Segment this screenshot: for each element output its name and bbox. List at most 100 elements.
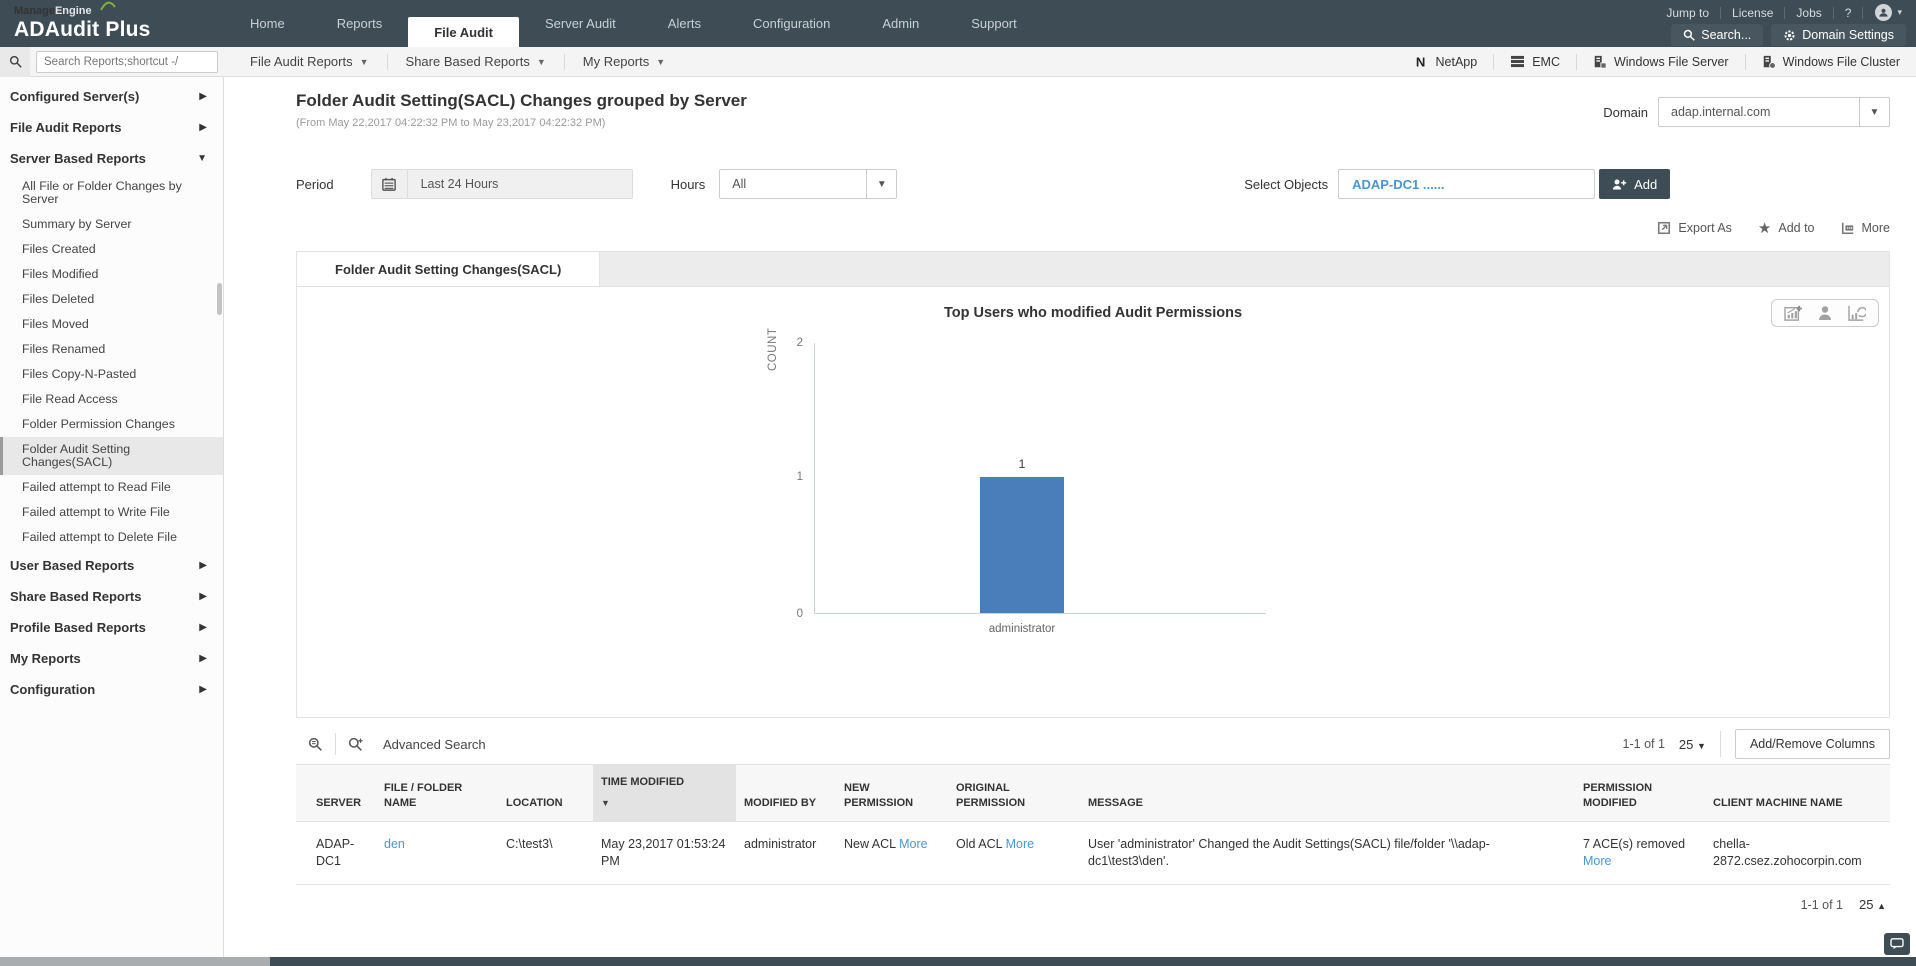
license-link[interactable]: License <box>1721 6 1784 20</box>
windows-file-cluster-icon <box>1763 55 1776 69</box>
sidebar-item-files-modified[interactable]: Files Modified <box>0 262 223 287</box>
main-nav: Home Reports File Audit Server Audit Ale… <box>224 0 1043 47</box>
col-modified-by[interactable]: MODIFIED BY <box>736 764 836 822</box>
windows-file-server-tab[interactable]: Windows File Server <box>1577 47 1745 76</box>
emc-tab[interactable]: EMC <box>1494 47 1576 76</box>
col-server[interactable]: SERVER <box>296 764 376 822</box>
sidebar-section-share-based-reports[interactable]: Share Based Reports ▶ <box>0 581 223 612</box>
sidebar-section-profile-based-reports[interactable]: Profile Based Reports ▶ <box>0 612 223 643</box>
sidebar-section-configured-servers[interactable]: Configured Server(s) ▶ <box>0 81 223 112</box>
col-message[interactable]: MESSAGE <box>1080 764 1575 822</box>
nav-home[interactable]: Home <box>224 0 311 47</box>
col-client-machine-name[interactable]: CLIENT MACHINE NAME <box>1705 764 1890 822</box>
add-remove-columns-button[interactable]: Add/Remove Columns <box>1734 729 1890 759</box>
sidebar-section-user-based-reports[interactable]: User Based Reports ▶ <box>0 550 223 581</box>
sidebar-section-server-based-reports[interactable]: Server Based Reports ▼ <box>0 143 223 174</box>
nav-admin[interactable]: Admin <box>856 0 945 47</box>
add-user-icon <box>1612 179 1627 189</box>
sidebar-search-icon[interactable] <box>0 46 30 77</box>
help-link[interactable]: ? <box>1834 6 1863 20</box>
sidebar-item-files-renamed[interactable]: Files Renamed <box>0 337 223 362</box>
netapp-tab[interactable]: N NetApp <box>1399 47 1494 76</box>
sidebar-item-all-file-or-folder-changes[interactable]: All File or Folder Changes by Server <box>0 174 223 212</box>
nav-file-audit[interactable]: File Audit <box>408 17 519 47</box>
sidebar-scrollbar-thumb[interactable] <box>217 283 222 315</box>
sidebar-item-failed-attempt-to-delete-file[interactable]: Failed attempt to Delete File <box>0 525 223 550</box>
footer-page-size-select[interactable]: 25 ▲ <box>1859 897 1886 912</box>
cell-message: User 'administrator' Changed the Audit S… <box>1080 821 1575 885</box>
search-button[interactable]: Search... <box>1671 24 1764 46</box>
windows-file-cluster-tab[interactable]: Windows File Cluster <box>1746 47 1916 76</box>
export-icon <box>1658 221 1671 235</box>
sidebar-section-my-reports[interactable]: My Reports ▶ <box>0 643 223 674</box>
nav-configuration[interactable]: Configuration <box>727 0 856 47</box>
hours-label: Hours <box>670 176 706 192</box>
sidebar-item-files-copy-n-pasted[interactable]: Files Copy-N-Pasted <box>0 362 223 387</box>
add-chart-icon[interactable] <box>1784 305 1802 321</box>
svg-text:N: N <box>1415 55 1424 69</box>
bar-administrator[interactable] <box>980 477 1064 613</box>
add-button[interactable]: Add <box>1599 169 1671 199</box>
sidebar-item-files-moved[interactable]: Files Moved <box>0 312 223 337</box>
advanced-search-icon[interactable] <box>336 737 375 752</box>
bar-value-label: 1 <box>1018 457 1026 471</box>
report-date-range: (From May 22,2017 04:22:32 PM to May 23,… <box>296 117 606 129</box>
advanced-search-label[interactable]: Advanced Search <box>383 737 486 752</box>
col-permission-modified[interactable]: PERMISSION MODIFIED <box>1575 764 1705 822</box>
col-location[interactable]: LOCATION <box>498 764 593 822</box>
select-objects-field[interactable]: ADAP-DC1 ...... <box>1338 169 1596 199</box>
more-button[interactable]: More <box>1841 219 1890 237</box>
export-as-button[interactable]: Export As <box>1657 219 1732 237</box>
my-reports-menu[interactable]: My Reports ▼ <box>565 47 683 76</box>
chevron-down-icon: ▼ <box>1697 740 1706 751</box>
period-field[interactable]: Last 24 Hours <box>370 169 633 199</box>
sidebar-item-folder-audit-setting-changes-sacl[interactable]: Folder Audit Setting Changes(SACL) <box>0 437 223 475</box>
original-permission-more-link[interactable]: More <box>1006 837 1034 851</box>
top-navigation-bar: ManageEngine ADAudit Plus Home Reports F… <box>0 0 1916 47</box>
horizontal-scrollbar[interactable] <box>0 957 1916 966</box>
user-report-icon[interactable] <box>1817 305 1833 321</box>
sidebar-item-folder-permission-changes[interactable]: Folder Permission Changes <box>0 412 223 437</box>
add-to-button[interactable]: ★ Add to <box>1758 219 1815 237</box>
chevron-right-icon: ▶ <box>199 684 207 695</box>
sidebar-item-failed-attempt-to-write-file[interactable]: Failed attempt to Write File <box>0 500 223 525</box>
sidebar-item-file-read-access[interactable]: File Read Access <box>0 387 223 412</box>
share-based-reports-menu[interactable]: Share Based Reports ▼ <box>388 47 564 76</box>
sidebar-section-configuration[interactable]: Configuration ▶ <box>0 674 223 705</box>
sidebar-item-files-created[interactable]: Files Created <box>0 237 223 262</box>
user-menu[interactable]: ▾ <box>1863 4 1906 21</box>
jobs-link[interactable]: Jobs <box>1785 6 1832 20</box>
page-size-select[interactable]: 25 ▼ <box>1679 737 1706 752</box>
nav-support[interactable]: Support <box>945 0 1043 47</box>
col-original-permission[interactable]: ORIGINAL PERMISSION <box>948 764 1080 822</box>
sidebar-item-files-deleted[interactable]: Files Deleted <box>0 287 223 312</box>
sidebar-item-failed-attempt-to-read-file[interactable]: Failed attempt to Read File <box>0 475 223 500</box>
permission-modified-more-link[interactable]: More <box>1583 854 1611 868</box>
nav-reports[interactable]: Reports <box>311 0 409 47</box>
tab-folder-audit-setting-changes-sacl[interactable]: Folder Audit Setting Changes(SACL) <box>297 252 601 286</box>
file-folder-link[interactable]: den <box>384 837 405 851</box>
nav-alerts[interactable]: Alerts <box>642 0 727 47</box>
col-new-permission[interactable]: NEW PERMISSION <box>836 764 948 822</box>
col-time-modified[interactable]: TIME MODIFIED ▼ <box>593 764 736 822</box>
cell-file-folder-name: den <box>376 821 498 885</box>
col-file-folder-name[interactable]: FILE / FOLDER NAME <box>376 764 498 822</box>
refresh-chart-icon[interactable] <box>1848 305 1866 321</box>
hours-select[interactable]: All ▼ <box>719 169 898 199</box>
column-search-icon[interactable] <box>296 737 335 752</box>
new-permission-more-link[interactable]: More <box>899 837 927 851</box>
footer-pagination-range: 1-1 of 1 <box>1800 897 1843 912</box>
feedback-chat-button[interactable] <box>1884 933 1910 955</box>
report-toolbar: File Audit Reports▼ Share Based Reports▼… <box>0 46 1916 77</box>
domain-select[interactable]: adap.internal.com ▼ <box>1658 97 1890 127</box>
sidebar-item-summary-by-server[interactable]: Summary by Server <box>0 212 223 237</box>
period-label: Period <box>296 176 334 192</box>
utility-links: Jump to License Jobs ? ▾ <box>1655 2 1906 23</box>
report-search-input[interactable] <box>36 50 218 73</box>
file-audit-reports-menu[interactable]: File Audit Reports ▼ <box>232 47 387 76</box>
domain-settings-button[interactable]: Domain Settings <box>1771 24 1906 46</box>
calendar-icon <box>372 170 408 198</box>
sidebar-section-file-audit-reports[interactable]: File Audit Reports ▶ <box>0 112 223 143</box>
jump-to-link[interactable]: Jump to <box>1655 6 1720 20</box>
nav-server-audit[interactable]: Server Audit <box>519 0 642 47</box>
